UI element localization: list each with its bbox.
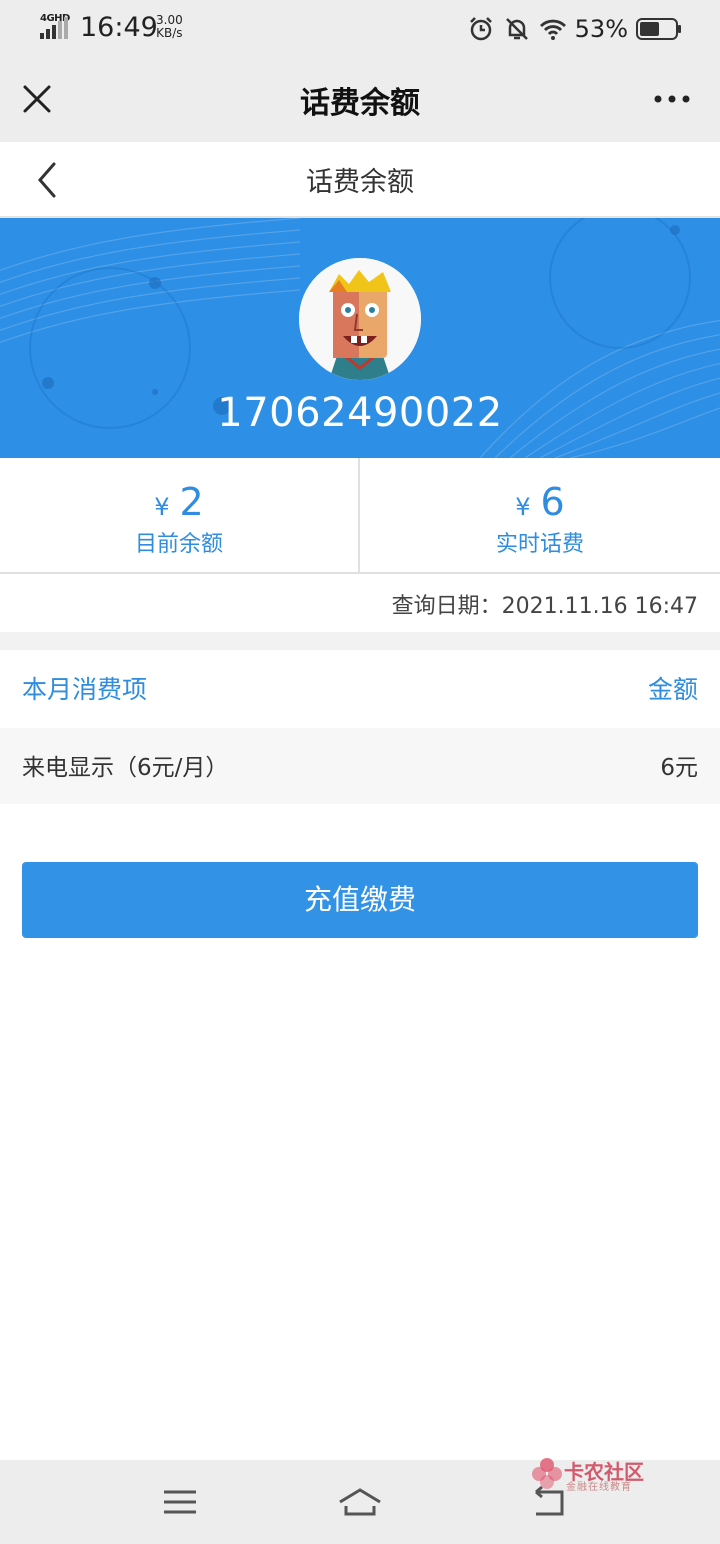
avatar-illustration [299, 258, 421, 380]
watermark-subtitle: 金融在线教育 [566, 1482, 632, 1493]
alarm-icon [469, 17, 492, 41]
more-dots-icon[interactable] [654, 94, 690, 104]
charge-amount: 6 [540, 480, 565, 524]
mute-bell-icon [505, 18, 528, 40]
currency-symbol: ¥ [154, 493, 170, 521]
network-speed: 3.00 KB/s [156, 14, 183, 40]
home-icon[interactable] [336, 1484, 384, 1520]
column-header-item: 本月消费项 [22, 675, 148, 704]
flower-logo-icon [532, 1458, 562, 1489]
page-title: 话费余额 [306, 167, 414, 198]
realtime-charge: ¥6 实时话费 [360, 458, 720, 572]
query-date-label: 查询日期： [391, 594, 502, 619]
charge-label: 实时话费 [495, 532, 584, 557]
list-item: 来电显示（6元/月） 6元 [0, 728, 720, 804]
page-header: 话费余额 [0, 142, 720, 218]
balance-amount: 2 [179, 480, 204, 524]
query-date: 查询日期：2021.11.16 16:47 [392, 588, 698, 620]
signal-icon: 4GHD [38, 13, 72, 39]
battery-icon [636, 18, 681, 40]
profile-banner: 17062490022 [0, 218, 720, 458]
balance-summary: ¥2 目前余额 ¥6 实时话费 [0, 458, 720, 574]
recharge-button[interactable]: 充值缴费 [22, 862, 698, 938]
list-item-amount: 6元 [660, 755, 698, 781]
balance-label: 目前余额 [134, 532, 223, 557]
avatar [299, 258, 421, 380]
currency-symbol: ¥ [515, 493, 531, 521]
status-bar: 4GHD 16:49 3.00 KB/s 53% [0, 0, 720, 58]
clock: 16:49 [80, 12, 158, 43]
menu-icon[interactable] [160, 1484, 200, 1520]
window-title: 话费余额 [300, 86, 420, 121]
title-bar: 话费余额 [0, 58, 720, 142]
current-balance: ¥2 目前余额 [0, 458, 360, 572]
wifi-icon [539, 19, 566, 40]
speed-unit: KB/s [156, 26, 183, 40]
column-header-amount: 金额 [647, 675, 698, 704]
section-divider [0, 632, 720, 650]
consumption-list-header: 本月消费项 金额 [0, 650, 720, 728]
watermark-logo: 卡农社区 金融在线教育 [530, 1454, 660, 1494]
list-item-name: 来电显示（6元/月） [22, 755, 229, 781]
battery-percent: 53% [574, 15, 628, 43]
phone-number: 17062490022 [217, 390, 503, 436]
query-date-value: 2021.11.16 16:47 [501, 594, 698, 619]
